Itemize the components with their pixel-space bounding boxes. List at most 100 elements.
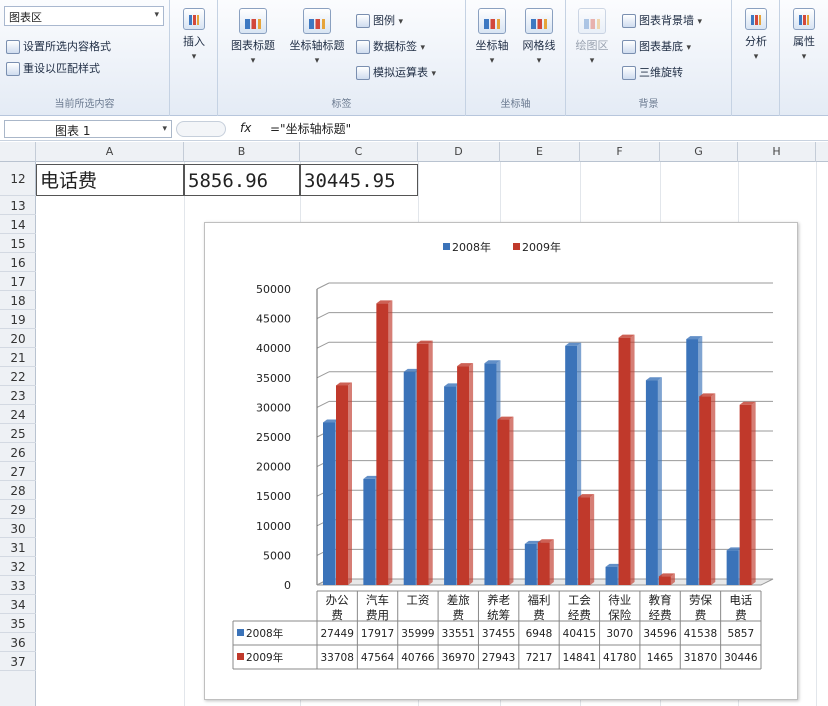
bar-2008年-差旅费 [444,386,457,585]
y-tick-label: 30000 [256,401,291,414]
name-box[interactable]: 图表 1 ▾ [4,120,172,138]
bar-side [348,382,352,585]
y-tick-label: 10000 [256,520,291,533]
table-series-label: 2009年 [246,651,283,664]
column-header-d[interactable]: D [418,142,500,162]
row-header-14[interactable]: 14 [0,216,36,234]
category-label: 电话 [729,593,752,607]
column-header-a[interactable]: A [36,142,184,162]
row-header-25[interactable]: 25 [0,425,36,443]
bar-side [751,401,756,585]
row-header-20[interactable]: 20 [0,330,36,348]
row-header-18[interactable]: 18 [0,292,36,310]
column-header-e[interactable]: E [500,142,580,162]
column-header-g[interactable]: G [660,142,738,162]
row-header-32[interactable]: 32 [0,558,36,576]
cell-b12[interactable]: 5856.96 [184,164,300,196]
category-label: 经费 [568,608,591,622]
column-header-h[interactable]: H [738,142,816,162]
table-value: 5857 [727,628,754,640]
category-label: 待业 [608,593,631,607]
plot-area-button[interactable]: 绘图区 ▾ [570,8,614,66]
row-header-28[interactable]: 28 [0,482,36,500]
row-header-37[interactable]: 37 [0,653,36,671]
row-header-30[interactable]: 30 [0,520,36,538]
select-all-corner[interactable] [0,142,36,162]
chart-floor-icon [622,40,636,54]
row-header-34[interactable]: 34 [0,596,36,614]
bar-side [630,334,635,585]
chart-area[interactable]: 50000 45000 40000 35000 30000 25000 20000 15000… [204,222,798,700]
table-value: 7217 [526,652,553,664]
rotation-label: 三维旋转 [639,66,683,79]
bar-side [549,539,554,585]
row-header-16[interactable]: 16 [0,254,36,272]
row-header-12[interactable]: 12 [0,162,36,196]
properties-button[interactable]: 属性 ▾ [786,8,822,62]
legend-label: 图例 [373,14,395,27]
row-header-26[interactable]: 26 [0,444,36,462]
column-header-c[interactable]: C [300,142,418,162]
row-header-13[interactable]: 13 [0,197,36,215]
data-table-button[interactable]: 模拟运算表 ▾ [356,64,436,80]
legend-button[interactable]: 图例 ▾ [356,12,403,28]
axes-button[interactable]: 坐标轴 ▾ [470,8,514,66]
gridline-side [316,312,330,320]
reset-style-button[interactable]: 重设以匹配样式 [6,60,100,76]
row-header-33[interactable]: 33 [0,577,36,595]
row-header-22[interactable]: 22 [0,368,36,386]
cell-a12[interactable]: 电话费 [36,164,184,196]
group-label-labels: 标签 [331,99,352,110]
chart-floor-label: 图表基底 [639,40,683,53]
3d-rotation-button[interactable]: 三维旋转 [622,64,683,80]
category-label: 费 [695,608,707,622]
row-header-17[interactable]: 17 [0,273,36,291]
table-value: 41780 [603,652,636,664]
row-header-21[interactable]: 21 [0,349,36,367]
bar-2008年-待业保险 [605,566,618,585]
plot-area-icon [578,8,606,34]
category-label: 经费 [649,608,672,622]
row-header-36[interactable]: 36 [0,634,36,652]
category-label: 教育 [649,593,672,607]
bar-side [711,393,716,585]
format-selection-button[interactable]: 设置所选内容格式 [6,38,111,54]
table-value: 1465 [647,652,674,664]
insert-button[interactable]: 插入 ▾ [178,8,210,62]
chart-floor-button[interactable]: 图表基底 ▾ [622,38,691,54]
row-header-15[interactable]: 15 [0,235,36,253]
column-header-b[interactable]: B [184,142,300,162]
group-properties: 属性 ▾ [780,0,828,116]
bar-2009年-汽车费用 [376,303,389,585]
formula-input[interactable]: ="坐标轴标题" [270,120,351,137]
row-header-29[interactable]: 29 [0,501,36,519]
table-series-label: 2008年 [246,627,283,640]
column-header-f[interactable]: F [580,142,660,162]
row-header-19[interactable]: 19 [0,311,36,329]
row-header-27[interactable]: 27 [0,463,36,481]
row-header-24[interactable]: 24 [0,406,36,424]
analysis-button[interactable]: 分析 ▾ [738,8,774,62]
axis-title-button[interactable]: 坐标轴标题 ▾ [284,8,350,66]
row-header-35[interactable]: 35 [0,615,36,633]
bar-2009年-工会经费 [578,497,591,585]
chart-wall-button[interactable]: 图表背景墙 ▾ [622,12,702,28]
category-label: 汽车 [366,593,389,607]
data-labels-label: 数据标签 [373,40,417,53]
gridlines-button[interactable]: 网格线 ▾ [516,8,562,66]
row-header-31[interactable]: 31 [0,539,36,557]
row-header-23[interactable]: 23 [0,387,36,405]
formula-bar-resize-handle[interactable] [176,121,226,137]
chart-elements-combo[interactable]: 图表区 ▾ [4,6,164,26]
table-value: 35999 [401,628,434,640]
data-labels-icon [356,40,370,54]
bar-2008年-办公费 [323,422,335,585]
format-selection-label: 设置所选内容格式 [23,40,111,53]
bar-2008年-汽车费用 [363,478,376,585]
fx-icon[interactable]: fx [240,121,251,135]
chart-title-button[interactable]: 图表标题 ▾ [224,8,282,66]
category-label: 费 [533,608,545,622]
chart-title-label: 图表标题 [231,39,275,52]
cell-c12[interactable]: 30445.95 [300,164,418,196]
data-labels-button[interactable]: 数据标签 ▾ [356,38,425,54]
